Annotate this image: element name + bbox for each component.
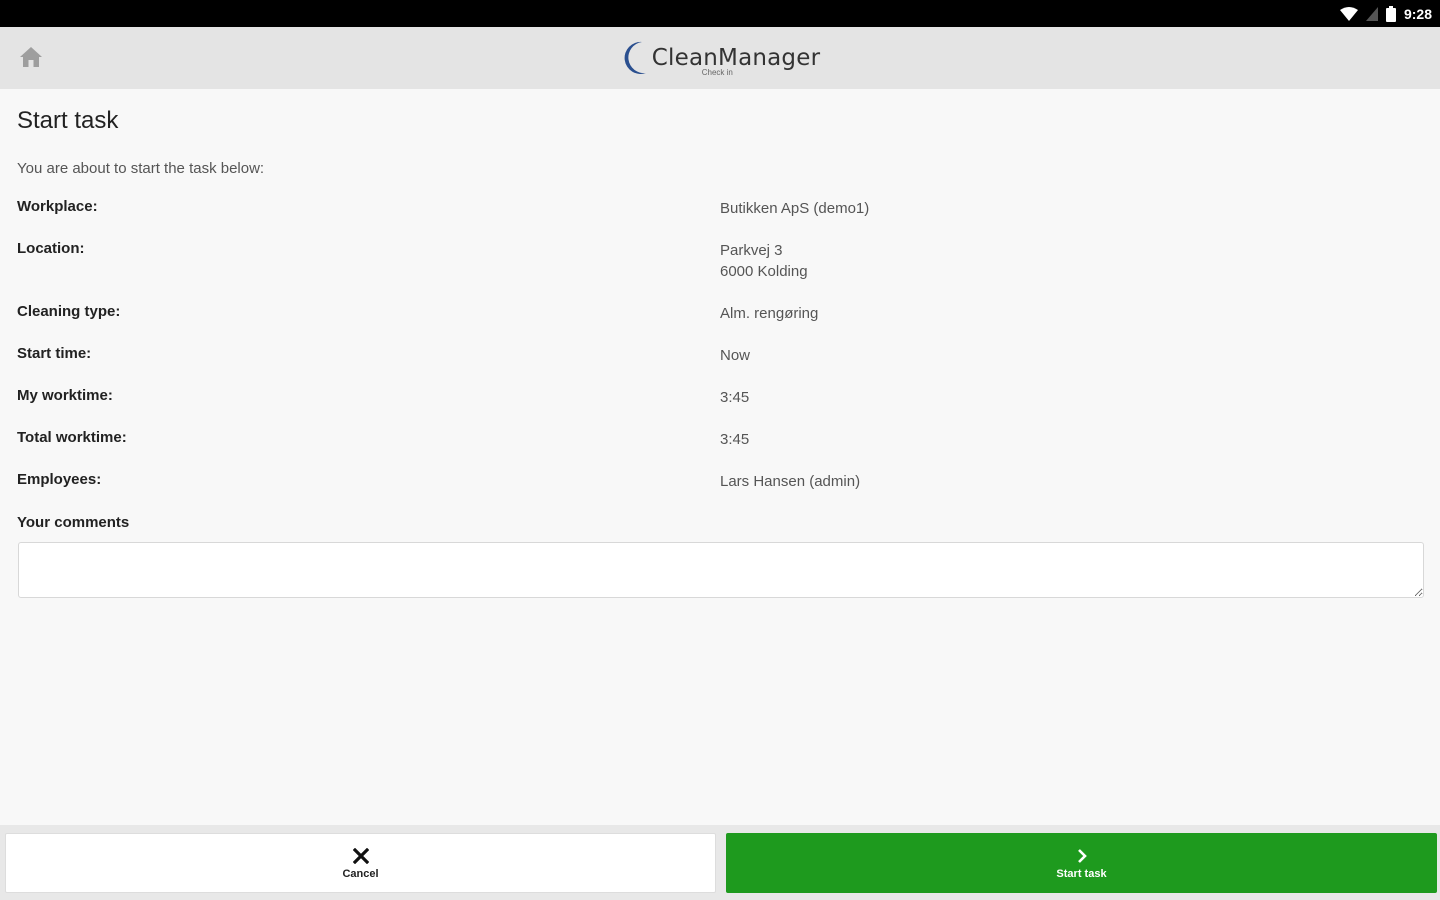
main-content: Start task You are about to start the ta… [0,89,1440,825]
home-icon [20,47,42,67]
detail-label: Workplace: [17,198,98,215]
bottom-action-bar: Cancel Start task [0,825,1440,900]
wifi-icon [1339,6,1358,21]
detail-label: Location: [17,240,85,257]
logo-text: CleanManager [651,44,821,71]
chevron-right-icon [1076,847,1088,865]
cancel-button-label: Cancel [342,867,379,880]
app-logo: CleanManager Check in [620,40,821,77]
location-street: Parkvej 3 [720,242,783,259]
battery-icon [1385,5,1396,22]
status-bar: 9:28 [0,0,1440,27]
location-city: 6000 Kolding [720,263,808,280]
signal-icon [1365,6,1378,21]
comments-input[interactable] [18,542,1424,598]
detail-label: My worktime: [17,387,113,404]
detail-value: 3:45 [720,431,750,448]
start-task-button-label: Start task [1056,867,1107,880]
status-time: 9:28 [1403,5,1432,22]
comments-label: Your comments [17,514,130,531]
detail-value: 3:45 [720,389,750,406]
page-title: Start task [17,107,119,134]
cancel-button[interactable]: Cancel [5,833,716,893]
app-bar: CleanManager Check in [0,27,1440,89]
detail-value-multiline: Parkvej 3 6000 Kolding [720,240,808,282]
detail-value: Butikken ApS (demo1) [720,200,870,217]
detail-value: Alm. rengøring [720,305,819,322]
detail-label: Employees: [17,471,102,488]
detail-value: Now [720,347,751,364]
intro-text: You are about to start the task below: [17,160,265,177]
logo-subtitle: Check in [701,68,733,77]
home-button[interactable] [18,44,44,70]
start-task-button[interactable]: Start task [726,833,1437,893]
logo-mark-icon [624,41,646,74]
detail-label: Cleaning type: [17,303,121,320]
detail-label: Start time: [17,345,92,362]
close-icon [352,847,369,865]
detail-label: Total worktime: [17,429,127,446]
detail-value: Lars Hansen (admin) [720,473,861,490]
